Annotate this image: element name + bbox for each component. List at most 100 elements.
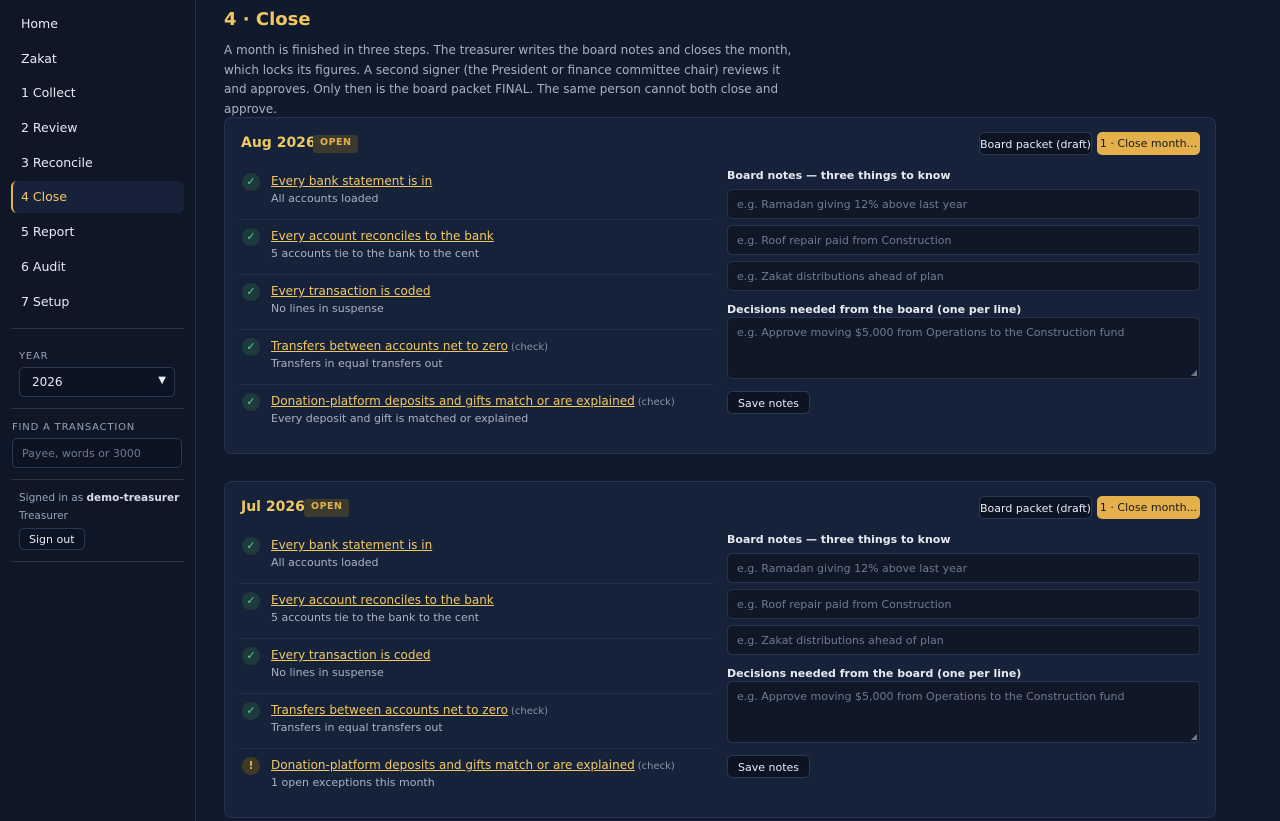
board-note-input[interactable]: e.g. Ramadan giving 12% above last year	[727, 189, 1200, 219]
check-icon: ✓	[242, 228, 260, 246]
resize-grip-icon[interactable]: ◢	[1191, 732, 1197, 741]
sidebar-divider	[11, 479, 184, 480]
checklist-item: ✓ Donation-platform deposits and gifts m…	[239, 385, 713, 440]
board-note-input[interactable]: e.g. Zakat distributions ahead of plan	[727, 625, 1200, 655]
checklist: ✓ Every bank statement is in All account…	[239, 529, 713, 804]
find-label: FIND A TRANSACTION	[12, 422, 136, 433]
save-notes-button[interactable]: Save notes	[727, 391, 811, 414]
checklist-item: ! Donation-platform deposits and gifts m…	[239, 749, 713, 804]
sidebar-item-audit[interactable]: 6 Audit	[11, 251, 184, 283]
status-badge: OPEN	[313, 135, 359, 153]
checklist-item-note: (check)	[510, 706, 549, 717]
sidebar-item-setup[interactable]: 7 Setup	[11, 286, 184, 318]
board-note-input[interactable]: e.g. Roof repair paid from Construction	[727, 225, 1200, 255]
sign-out-button[interactable]: Sign out	[19, 528, 85, 550]
checklist-item-detail: 1 open exceptions this month	[271, 776, 435, 789]
board-note-input[interactable]: e.g. Roof repair paid from Construction	[727, 589, 1200, 619]
checklist-item-detail: All accounts loaded	[271, 192, 379, 205]
check-icon: ✓	[242, 173, 260, 191]
checklist-item-note: (check)	[510, 342, 549, 353]
sidebar-item-zakat[interactable]: Zakat	[11, 43, 184, 75]
checklist-item: ✓ Every account reconciles to the bank 5…	[239, 584, 713, 639]
decisions-placeholder: e.g. Approve moving $5,000 from Operatio…	[737, 326, 1125, 339]
checklist-item-link[interactable]: Every bank statement is in	[271, 174, 435, 188]
decisions-textarea[interactable]: e.g. Approve moving $5,000 from Operatio…	[727, 317, 1200, 379]
year-label: YEAR	[19, 351, 49, 362]
sidebar-item-report[interactable]: 5 Report	[11, 216, 184, 248]
checklist-item-link[interactable]: Every account reconciles to the bank	[271, 229, 497, 243]
checklist-item-link[interactable]: Every account reconciles to the bank	[271, 593, 497, 607]
checklist-item-detail: Every deposit and gift is matched or exp…	[271, 412, 529, 425]
checklist-item-detail: 5 accounts tie to the bank to the cent	[271, 247, 480, 260]
decisions-label: Decisions needed from the board (one per…	[727, 667, 1022, 680]
check-icon: ✓	[242, 283, 260, 301]
checklist-item-title[interactable]: Donation-platform deposits and gifts mat…	[271, 394, 635, 408]
check-icon: ✓	[242, 338, 260, 356]
checklist-item-note: (check)	[637, 397, 675, 408]
checklist-item: ✓ Every bank statement is in All account…	[239, 165, 713, 220]
checklist-item-link[interactable]: Every transaction is coded	[271, 648, 433, 662]
check-icon: ✓	[242, 592, 260, 610]
checklist-item: ✓ Every bank statement is in All account…	[239, 529, 713, 584]
year-select[interactable]: 2026 ▼	[19, 367, 175, 397]
checklist-item-link[interactable]: Every bank statement is in	[271, 538, 435, 552]
chevron-down-icon: ▼	[158, 375, 166, 386]
month-title: Jul 2026	[241, 499, 305, 515]
sidebar-item-reconcile[interactable]: 3 Reconcile	[11, 147, 184, 179]
year-value: 2026	[32, 375, 63, 389]
checklist-item-title[interactable]: Every account reconciles to the bank	[271, 593, 494, 607]
board-notes-label: Board notes — three things to know	[727, 533, 951, 546]
board-note-input[interactable]: e.g. Ramadan giving 12% above last year	[727, 553, 1200, 583]
checklist-item-link[interactable]: Donation-platform deposits and gifts mat…	[271, 758, 675, 772]
checklist-item-title[interactable]: Every account reconciles to the bank	[271, 229, 494, 243]
save-notes-button[interactable]: Save notes	[727, 755, 811, 778]
board-packet-draft-button[interactable]: Board packet (draft)	[979, 496, 1092, 519]
checklist-item-title[interactable]: Every transaction is coded	[271, 648, 430, 662]
signed-in-user: demo-treasurer	[86, 492, 180, 504]
checklist-item-title[interactable]: Every bank statement is in	[271, 538, 432, 552]
month-card: Aug 2026 OPEN Board packet (draft) 1 · C…	[224, 117, 1216, 454]
page-intro: A month is finished in three steps. The …	[224, 43, 792, 116]
decisions-placeholder: e.g. Approve moving $5,000 from Operatio…	[737, 690, 1125, 703]
checklist-item-link[interactable]: Every transaction is coded	[271, 284, 433, 298]
signed-in-prefix: Signed in as	[19, 492, 84, 504]
checklist-item: ✓ Every account reconciles to the bank 5…	[239, 220, 713, 275]
checklist-item-title[interactable]: Transfers between accounts net to zero	[271, 339, 508, 353]
board-notes-label: Board notes — three things to know	[727, 169, 951, 182]
checklist-item-title[interactable]: Every transaction is coded	[271, 284, 430, 298]
checklist-item-detail: No lines in suspense	[271, 666, 384, 679]
checklist: ✓ Every bank statement is in All account…	[239, 165, 713, 440]
checklist-item: ✓ Every transaction is coded No lines in…	[239, 639, 713, 694]
checklist-item-detail: All accounts loaded	[271, 556, 379, 569]
sidebar-item-collect[interactable]: 1 Collect	[11, 77, 184, 109]
check-icon: ✓	[242, 537, 260, 555]
sidebar-divider	[11, 561, 184, 562]
close-month-button[interactable]: 1 · Close month...	[1097, 496, 1200, 519]
decisions-label: Decisions needed from the board (one per…	[727, 303, 1022, 316]
checklist-item-detail: Transfers in equal transfers out	[271, 357, 443, 370]
month-title: Aug 2026	[241, 135, 316, 151]
checklist-item-note: (check)	[637, 761, 675, 772]
month-card: Jul 2026 OPEN Board packet (draft) 1 · C…	[224, 481, 1216, 818]
close-month-button[interactable]: 1 · Close month...	[1097, 132, 1200, 155]
checklist-item-title[interactable]: Transfers between accounts net to zero	[271, 703, 508, 717]
checklist-item-title[interactable]: Donation-platform deposits and gifts mat…	[271, 758, 635, 772]
decisions-textarea[interactable]: e.g. Approve moving $5,000 from Operatio…	[727, 681, 1200, 743]
board-note-input[interactable]: e.g. Zakat distributions ahead of plan	[727, 261, 1200, 291]
find-transaction-input[interactable]: Payee, words or 3000	[12, 438, 182, 468]
check-icon: ✓	[242, 647, 260, 665]
check-icon: ✓	[242, 702, 260, 720]
checklist-item-link[interactable]: Transfers between accounts net to zero (c…	[271, 703, 548, 717]
status-badge: OPEN	[304, 499, 350, 517]
checklist-item-link[interactable]: Donation-platform deposits and gifts mat…	[271, 394, 675, 408]
sidebar-item-home[interactable]: Home	[11, 8, 184, 40]
sidebar-item-review[interactable]: 2 Review	[11, 112, 184, 144]
checklist-item-detail: 5 accounts tie to the bank to the cent	[271, 611, 480, 624]
resize-grip-icon[interactable]: ◢	[1191, 368, 1197, 377]
checklist-item-link[interactable]: Transfers between accounts net to zero (c…	[271, 339, 548, 353]
checklist-item-title[interactable]: Every bank statement is in	[271, 174, 432, 188]
check-icon: ✓	[242, 393, 260, 411]
sidebar-item-close[interactable]: 4 Close	[11, 181, 184, 214]
page-title: 4 · Close	[224, 9, 311, 30]
board-packet-draft-button[interactable]: Board packet (draft)	[979, 132, 1092, 155]
